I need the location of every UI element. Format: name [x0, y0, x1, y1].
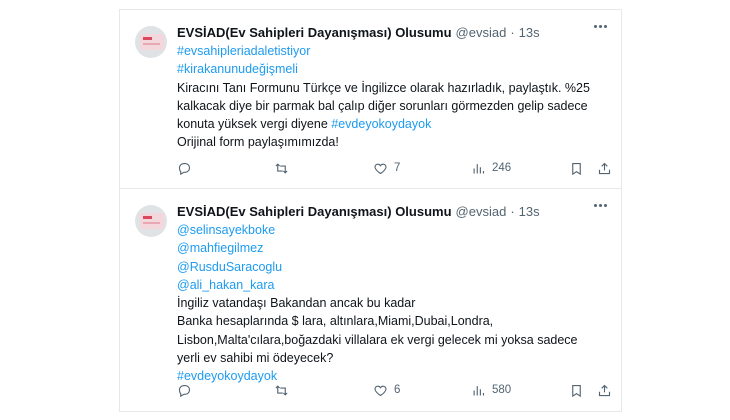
reply-icon	[178, 384, 191, 397]
text-line: yerli ev sahibi mi ödeyecek?	[177, 351, 334, 366]
separator-dot: ·	[510, 203, 515, 219]
action-bar: 7 246	[177, 158, 611, 178]
timeline: EVSİAD(Ev Sahipleri Dayanışması) Olusumu…	[119, 9, 622, 412]
heart-icon	[374, 385, 387, 396]
tweet-header: EVSİAD(Ev Sahipleri Dayanışması) Olusumu…	[177, 22, 611, 42]
tweet[interactable]: EVSİAD(Ev Sahipleri Dayanışması) Olusumu…	[120, 189, 621, 411]
like-button[interactable]: 7	[373, 161, 400, 176]
text-line: Kiracını Tanı Formunu Türkçe ve İngilizc…	[177, 80, 590, 95]
avatar[interactable]	[135, 205, 167, 237]
views-icon	[473, 385, 485, 395]
author-name[interactable]: EVSİAD(Ev Sahipleri Dayanışması) Olusumu	[177, 25, 452, 40]
retweet-button[interactable]	[274, 383, 295, 398]
views-icon	[473, 163, 485, 173]
text-line: kalkacak diye bir parmak bal çalıp diğer…	[177, 98, 588, 113]
like-count: 7	[394, 162, 401, 174]
timestamp[interactable]: 13s	[519, 25, 540, 40]
bookmark-button[interactable]	[569, 383, 584, 398]
text-line: Banka hesaplarında $ lara, altınlara,Mia…	[177, 314, 494, 329]
tweet-text: #evsahipleriadaletistiyor #kirakanunudeğ…	[177, 42, 611, 152]
avatar[interactable]	[135, 26, 167, 58]
mention-link[interactable]: @selinsayekboke	[177, 221, 611, 239]
text-line: İngiliz vatandaşı Bakandan ancak bu kada…	[177, 296, 416, 311]
share-button[interactable]	[597, 161, 612, 176]
reply-button[interactable]	[177, 161, 198, 176]
text-line: konuta yüksek vergi diyene #evdeyokoyday…	[177, 115, 611, 133]
share-icon	[598, 384, 611, 396]
mention-link[interactable]: @ali_hakan_kara	[177, 276, 611, 294]
text-line: Lisbon,Malta'cılara,boğazdaki villalara …	[177, 332, 578, 347]
mention-link[interactable]: @RusduSaracoglu	[177, 258, 611, 276]
bookmark-button[interactable]	[569, 161, 584, 176]
tweet-header: EVSİAD(Ev Sahipleri Dayanışması) Olusumu…	[177, 201, 611, 221]
hashtag-link[interactable]: #evsahipleriadaletistiyor	[177, 42, 611, 60]
timestamp[interactable]: 13s	[519, 204, 540, 219]
reply-button[interactable]	[177, 383, 198, 398]
bookmark-icon	[572, 384, 581, 397]
views-count: 246	[492, 162, 512, 174]
mention-link[interactable]: @mahfiegilmez	[177, 239, 611, 257]
like-button[interactable]: 6	[373, 383, 400, 398]
like-count: 6	[394, 384, 401, 396]
author-name[interactable]: EVSİAD(Ev Sahipleri Dayanışması) Olusumu	[177, 204, 452, 219]
share-button[interactable]	[597, 383, 612, 398]
author-handle[interactable]: @evsiad	[456, 25, 507, 40]
retweet-button[interactable]	[274, 161, 295, 176]
bookmark-icon	[572, 162, 581, 175]
tweet[interactable]: EVSİAD(Ev Sahipleri Dayanışması) Olusumu…	[120, 10, 621, 189]
views-button[interactable]: 246	[471, 161, 511, 176]
hashtag-link[interactable]: #kirakanunudeğişmeli	[177, 60, 611, 78]
more-icon[interactable]	[594, 204, 607, 207]
share-icon	[598, 162, 611, 174]
more-icon[interactable]	[594, 25, 607, 28]
views-button[interactable]: 580	[471, 383, 511, 398]
views-count: 580	[492, 384, 512, 396]
reply-icon	[178, 162, 191, 175]
text-segment: konuta yüksek vergi diyene	[177, 117, 332, 132]
retweet-icon	[275, 384, 288, 396]
tweet-text: @selinsayekboke @mahfiegilmez @RusduSara…	[177, 221, 611, 386]
retweet-icon	[275, 162, 288, 174]
hashtag-link[interactable]: #evdeyokoydayok	[331, 117, 431, 131]
action-bar: 6 580	[177, 380, 611, 400]
author-handle[interactable]: @evsiad	[456, 204, 507, 219]
text-line: Orijinal form paylaşımımızda!	[177, 135, 339, 150]
heart-icon	[374, 163, 387, 174]
separator-dot: ·	[510, 24, 515, 40]
